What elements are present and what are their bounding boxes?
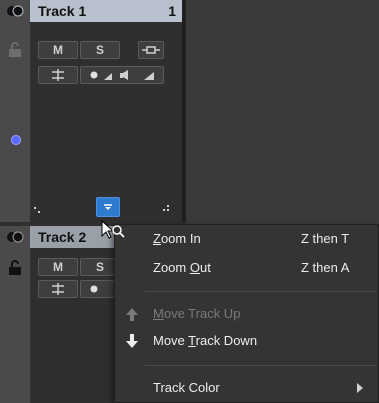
monitor-icon: [142, 46, 160, 54]
track-1-panel[interactable]: Track 1 1 M S: [0, 0, 186, 222]
track-1-menu-button[interactable]: [96, 197, 120, 217]
track-toggle-icon[interactable]: [6, 231, 24, 243]
unlock-icon[interactable]: [8, 42, 22, 58]
menu-label-part: Move: [153, 333, 189, 348]
unlock-icon[interactable]: [8, 260, 22, 276]
resize-dots-icon[interactable]: [34, 206, 42, 214]
track-1-record-controls[interactable]: [80, 66, 164, 84]
menu-label-part: rack Down: [195, 333, 258, 348]
track-2-left-strip: [0, 226, 30, 403]
track-1-solo-button[interactable]: S: [80, 41, 120, 59]
menu-item-move-track-down[interactable]: Move Track Down: [115, 327, 379, 355]
arrow-down-icon: [126, 334, 138, 348]
menu-label-part: Zoom: [153, 260, 190, 275]
resize-grip-icon[interactable]: [163, 204, 171, 214]
track-1-number: 1: [168, 3, 176, 19]
track-1-mute-button[interactable]: M: [38, 41, 78, 59]
submenu-arrow-icon: [357, 383, 363, 393]
menu-item-move-track-up[interactable]: Move Track Up: [115, 300, 379, 328]
menu-shortcut: Z then T: [301, 231, 350, 246]
track-toggle-icon[interactable]: [6, 5, 24, 17]
menu-label-part: oom In: [160, 231, 201, 246]
track-divider: [182, 0, 186, 222]
track-1-eq-button[interactable]: [38, 66, 78, 84]
timeline-pane[interactable]: [186, 0, 379, 222]
eq-icon: [52, 283, 64, 295]
track-2-mute-button[interactable]: M: [38, 258, 78, 276]
menu-label-part: ove Track Up: [163, 306, 241, 321]
menu-mnemonic: O: [189, 260, 200, 275]
menu-mnemonic: M: [153, 306, 164, 321]
record-controls-icon: [90, 70, 154, 80]
menu-label-part: ut: [199, 260, 211, 275]
eq-icon: [52, 69, 64, 81]
track-1-name[interactable]: Track 1: [38, 3, 86, 19]
menu-mnemonic: T: [188, 333, 196, 348]
menu-item-zoom-in[interactable]: Zoom In Z then T: [115, 225, 379, 253]
record-icon: [90, 285, 98, 293]
menu-shortcut: Z then A: [301, 260, 350, 275]
track-1-left-strip: [0, 0, 30, 222]
menu-separator: [145, 291, 376, 292]
track-2-eq-button[interactable]: [38, 280, 78, 298]
menu-item-zoom-out[interactable]: Zoom Out Z then A: [115, 254, 379, 282]
track-1-monitor-button[interactable]: [138, 41, 164, 59]
menu-separator: [145, 365, 376, 366]
track-2-name[interactable]: Track 2: [38, 229, 86, 245]
menu-item-track-color[interactable]: Track Color: [115, 374, 379, 402]
track-context-menu: Zoom In Z then T Zoom Out Z then A Move …: [114, 224, 379, 403]
filter-menu-icon: [104, 204, 112, 210]
track-1-indicator-dot[interactable]: [11, 135, 21, 145]
menu-label: Track Color: [153, 380, 220, 395]
cursor-zoom-icon: [101, 220, 125, 239]
menu-mnemonic: Z: [153, 231, 161, 246]
arrow-up-icon: [126, 308, 138, 321]
